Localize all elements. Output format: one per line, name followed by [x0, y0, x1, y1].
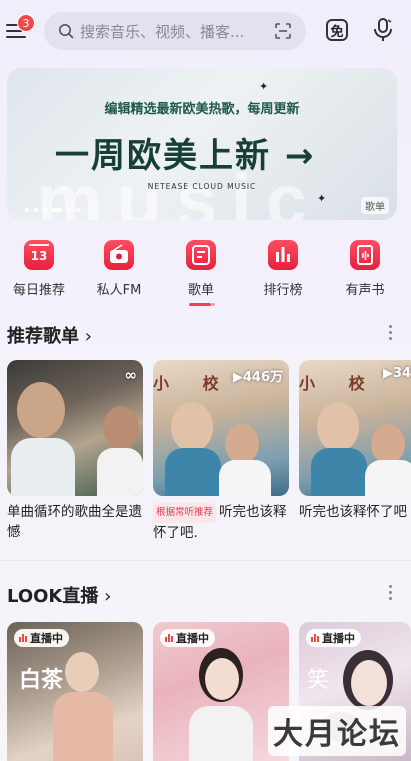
carousel-indicator: [25, 208, 80, 212]
banner-brand: NETEASE CLOUD MUSIC: [147, 182, 257, 191]
playlist-cover: 小 校 ▶343: [299, 360, 411, 496]
search-placeholder: 搜索音乐、视频、播客...: [80, 22, 245, 41]
promo-banner[interactable]: music ✦ ✦ 编辑精选最新欧美热歌，每周更新 一周欧美上新 → NETEA…: [7, 68, 397, 220]
sparkle-icon: ✦: [317, 192, 327, 205]
live-card[interactable]: 白茶 直播中: [7, 622, 143, 761]
playlist-caption: 单曲循环的歌曲全是遗憾: [7, 504, 142, 540]
live-bars-icon: [165, 634, 173, 642]
live-overlay-text: 笑: [307, 668, 330, 693]
live-badge: 直播中: [14, 629, 69, 647]
loop-icon: ∞: [124, 366, 138, 384]
quick-nav-fm[interactable]: 私人FM: [84, 240, 154, 298]
playlist-card[interactable]: 小 校 ▶343 听完也该释怀了吧: [299, 360, 411, 522]
live-bars-icon: [311, 634, 319, 642]
playlist-card[interactable]: ∞ 单曲循环的歌曲全是遗憾: [7, 360, 143, 542]
playlist-card[interactable]: 小 校 ▶446万 根据常听推荐 听完也该释怀了吧.: [153, 360, 289, 543]
play-count: ▶343: [383, 366, 411, 381]
play-count: ▶446万: [232, 370, 283, 385]
playlist-cover: 小 校 ▶446万: [153, 360, 289, 496]
radio-icon: [104, 240, 134, 270]
section-divider: [0, 560, 411, 561]
search-icon: [59, 24, 74, 39]
site-watermark: 大月论坛: [268, 706, 406, 756]
live-badge: 直播中: [160, 629, 215, 647]
quick-nav-label: 歌单: [187, 283, 214, 298]
audiobook-icon: [350, 240, 380, 270]
playlist-caption: 根据常听推荐 听完也该释怀了吧.: [153, 503, 287, 541]
banner-tag: 歌单: [361, 197, 389, 214]
quick-nav-daily[interactable]: 13 每日推荐: [4, 240, 74, 298]
section-title-look-live[interactable]: LOOK直播 ›: [7, 582, 111, 608]
quick-nav-playlist[interactable]: 歌单: [166, 240, 236, 298]
quick-nav-label: 每日推荐: [12, 283, 65, 298]
quick-nav-label: 私人FM: [96, 283, 142, 298]
quick-nav-audiobook[interactable]: 有声书: [330, 240, 400, 298]
active-indicator: [189, 303, 211, 306]
live-bars-icon: [19, 634, 27, 642]
chevron-right-icon: ›: [79, 326, 92, 347]
notification-badge: 3: [17, 14, 35, 32]
active-indicator-dot: [211, 303, 215, 306]
quick-nav-label: 有声书: [345, 283, 385, 298]
banner-subtitle: 编辑精选最新欧美热歌，每周更新: [104, 102, 300, 117]
calendar-icon: 13: [24, 240, 54, 270]
live-overlay-text: 白茶: [19, 667, 64, 693]
recommend-tag: 根据常听推荐: [153, 503, 217, 523]
more-options-icon[interactable]: [389, 585, 393, 603]
free-mode-icon[interactable]: 免: [326, 19, 348, 41]
sparkle-icon: ✦: [259, 80, 269, 93]
chevron-right-icon: ›: [98, 586, 112, 607]
banner-title: 一周欧美上新 →: [55, 136, 316, 176]
scan-icon[interactable]: [274, 22, 292, 40]
playlist-caption: 听完也该释怀了吧: [299, 504, 407, 520]
playlist-cover: ∞: [7, 360, 143, 496]
quick-nav-label: 排行榜: [263, 283, 303, 298]
quick-nav-charts[interactable]: 排行榜: [248, 240, 318, 298]
playlist-icon: [186, 240, 216, 270]
more-options-icon[interactable]: [389, 325, 393, 343]
chart-icon: [268, 240, 298, 270]
section-title-recommended[interactable]: 推荐歌单 ›: [7, 322, 92, 348]
search-input[interactable]: 搜索音乐、视频、播客...: [44, 12, 306, 50]
live-badge: 直播中: [306, 629, 361, 647]
microphone-icon[interactable]: [372, 17, 394, 43]
